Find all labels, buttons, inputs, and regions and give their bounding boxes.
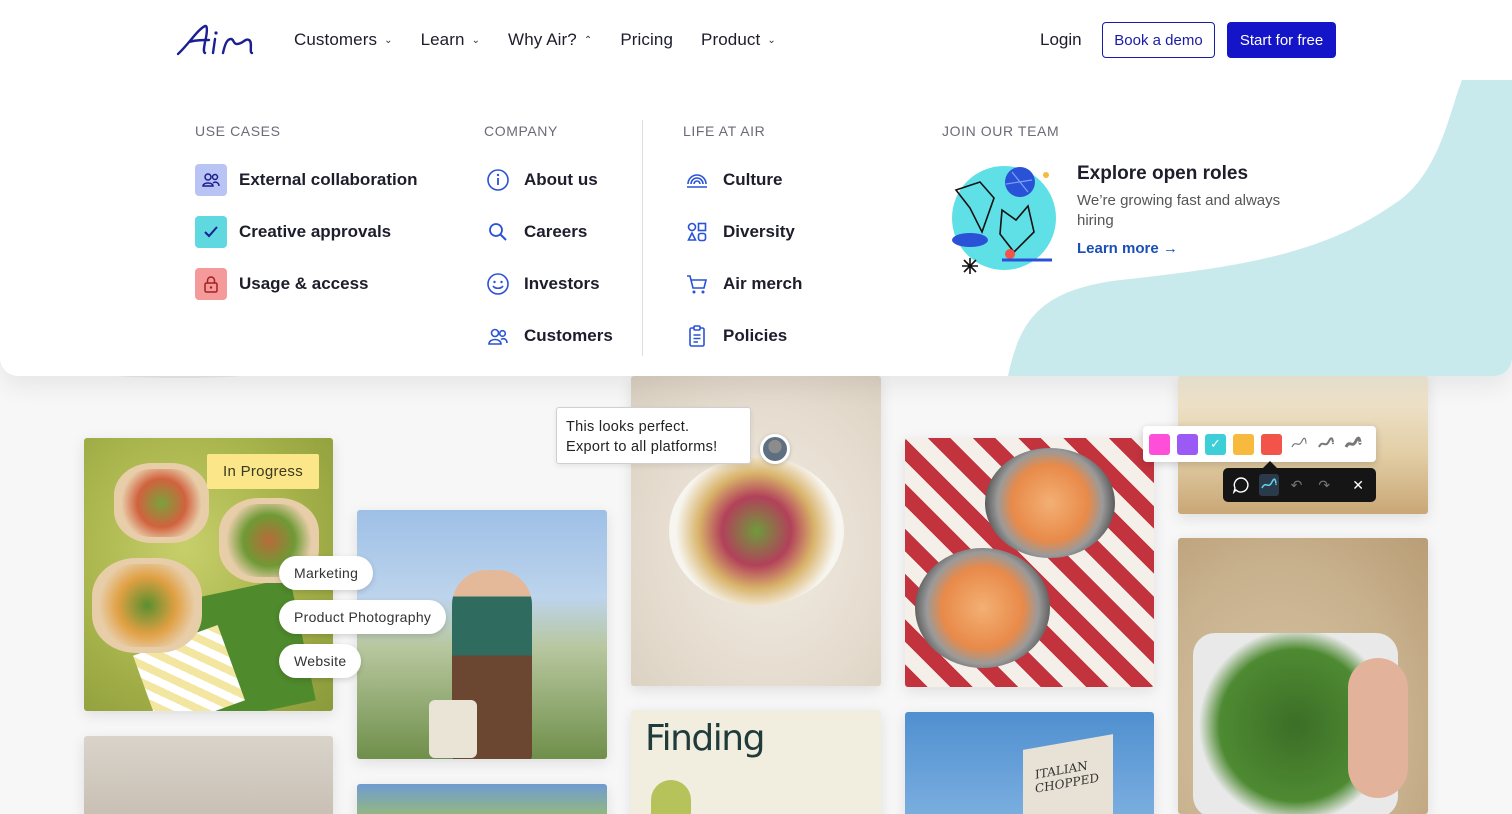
nav-learn[interactable]: Learn ⌄ [421,28,480,52]
greens-image[interactable] [357,784,607,814]
rainbow-icon [683,166,711,194]
roles-title: Explore open roles [1077,163,1249,184]
menu-investors[interactable]: Investors [484,270,600,298]
chevron-down-icon: ⌄ [767,34,776,46]
start-free-button[interactable]: Start for free [1227,22,1336,58]
mega-menu-panel: Customers ⌄ Learn ⌄ Why Air? ⌃ Pricing P… [0,0,1512,376]
avatar[interactable] [760,434,790,464]
chevron-down-icon: ⌄ [384,34,393,46]
farmer-image[interactable] [357,510,607,759]
menu-diversity[interactable]: Diversity [683,218,795,246]
menu-usage-access[interactable]: Usage & access [195,268,368,300]
book-demo-button[interactable]: Book a demo [1102,22,1215,58]
tag-website[interactable]: Website [279,644,362,678]
people-icon [484,322,512,350]
hands-image[interactable] [84,736,333,814]
redo-icon[interactable]: ↷ [1314,474,1334,496]
tag-marketing[interactable]: Marketing [279,556,374,590]
nav-customers[interactable]: Customers ⌄ [294,28,393,52]
smiley-icon [484,270,512,298]
nav-product[interactable]: Product ⌄ [701,28,776,52]
billboard: ITALIAN CHOPPED [1023,734,1113,814]
people-icon [195,164,227,196]
login-link[interactable]: Login [1040,30,1082,50]
search-icon [484,218,512,246]
chevron-up-icon: ⌃ [583,34,593,46]
swatch-red[interactable] [1261,433,1282,455]
swatch-yellow[interactable] [1233,433,1254,455]
menu-careers[interactable]: Careers [484,218,587,246]
info-icon [484,166,512,194]
tag-product-photography[interactable]: Product Photography [279,600,447,634]
join-team-title: JOIN OUR TEAM [942,123,1060,139]
brush-thick-icon[interactable] [1343,434,1363,454]
brush-thin-icon[interactable] [1289,434,1309,454]
shapes-icon [683,218,711,246]
menu-policies[interactable]: Policies [683,322,787,350]
use-cases-title: USE CASES [195,123,281,139]
menu-about-us[interactable]: About us [484,166,598,194]
spinach-bowl-image[interactable] [1178,538,1428,814]
site-header: Customers ⌄ Learn ⌄ Why Air? ⌃ Pricing P… [0,0,1512,80]
nav-why-air[interactable]: Why Air? ⌃ [508,28,592,52]
menu-external-collaboration[interactable]: External collaboration [195,164,418,196]
comment-icon[interactable] [1231,474,1251,496]
clipboard-icon [683,322,711,350]
menu-customers[interactable]: Customers [484,322,613,350]
chevron-down-icon: ⌄ [471,34,481,46]
company-title: COMPANY [484,123,558,139]
billboard-image[interactable]: ITALIAN CHOPPED [905,712,1154,814]
status-badge[interactable]: In Progress [207,454,319,489]
nav-pricing[interactable]: Pricing [620,28,673,52]
menu-creative-approvals[interactable]: Creative approvals [195,216,391,248]
lock-icon [195,268,227,300]
close-icon[interactable]: ✕ [1348,474,1368,496]
poster-title: Finding [645,718,765,759]
air-logo[interactable] [175,22,255,58]
swatch-pink[interactable] [1149,433,1170,455]
finding-poster-image[interactable]: Finding [631,710,881,814]
column-divider [642,120,643,356]
comment-bubble[interactable]: This looks perfect. Export to all platfo… [556,407,751,464]
brush-medium-icon[interactable] [1316,434,1336,454]
roles-subtitle: We’re growing fast and always hiring [1077,192,1281,229]
swatch-purple[interactable] [1177,433,1198,455]
main-nav: Customers ⌄ Learn ⌄ Why Air? ⌃ Pricing P… [294,28,804,52]
menu-air-merch[interactable]: Air merch [683,270,802,298]
annotation-toolbar: ↶ ↷ ✕ [1223,461,1376,502]
learn-more-link[interactable]: Learn more → [1077,240,1178,257]
undo-icon[interactable]: ↶ [1287,474,1307,496]
draw-icon[interactable] [1258,474,1279,496]
birds-illustration [952,166,1056,274]
color-palette: ✓ [1143,426,1376,462]
check-icon [195,216,227,248]
cart-icon [683,270,711,298]
life-at-air-title: LIFE AT AIR [683,123,766,139]
peaches-image[interactable] [905,438,1154,687]
menu-culture[interactable]: Culture [683,166,783,194]
swatch-cyan[interactable]: ✓ [1205,433,1226,455]
pear-shape [651,780,691,814]
